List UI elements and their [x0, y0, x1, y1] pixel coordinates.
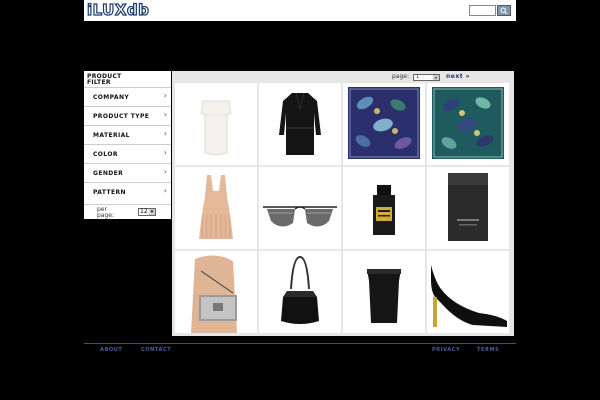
filter-label: GENDER — [93, 170, 124, 177]
filter-label: PRODUCT TYPE — [93, 113, 150, 120]
product-tile[interactable] — [427, 167, 509, 249]
filter-pattern[interactable]: PATTERN › — [84, 182, 171, 200]
filter-product-type[interactable]: PRODUCT TYPE › — [84, 106, 171, 124]
chevron-right-icon: › — [163, 129, 167, 138]
search-input[interactable] — [469, 5, 496, 16]
black-pencil-skirt-icon — [367, 269, 401, 323]
silver-clutch-icon — [191, 255, 237, 333]
header-bar: iLUXdb — [84, 0, 516, 21]
product-tile[interactable] — [343, 83, 425, 165]
chevron-right-icon: › — [163, 186, 167, 195]
footer-link-terms[interactable]: TERMS — [477, 347, 499, 353]
product-tile[interactable] — [427, 251, 509, 333]
per-page-row: per page: 12 ▾ — [84, 204, 171, 219]
filter-company[interactable]: COMPANY › — [84, 87, 171, 105]
product-tile[interactable] — [427, 83, 509, 165]
product-tile[interactable] — [175, 167, 257, 249]
black-stiletto-heel-icon — [431, 265, 507, 327]
chevron-right-icon: › — [163, 167, 167, 176]
footer-link-contact[interactable]: CONTACT — [141, 347, 171, 353]
product-filter-panel: PRODUCT FILTER COMPANY › PRODUCT TYPE › … — [84, 71, 171, 219]
dropdown-arrow-icon: ▾ — [433, 74, 439, 80]
chevron-right-icon: › — [163, 91, 167, 100]
dropdown-arrow-icon: ▾ — [149, 209, 155, 215]
filter-label: COLOR — [93, 151, 118, 158]
footer-divider — [84, 343, 516, 344]
filter-label: PATTERN — [93, 189, 126, 196]
black-coat-icon — [279, 92, 321, 155]
filter-label: MATERIAL — [93, 132, 130, 139]
aviator-sunglasses-icon — [263, 206, 337, 227]
paisley-scarf-icon — [348, 87, 420, 159]
product-tile[interactable] — [343, 167, 425, 249]
fringe-top-icon — [199, 175, 233, 240]
search-button[interactable] — [497, 5, 511, 16]
footer-link-privacy[interactable]: PRIVACY — [432, 347, 460, 353]
filter-label: COMPANY — [93, 94, 130, 101]
product-tile[interactable] — [259, 167, 341, 249]
page-selector: page: 1 ▾ — [392, 73, 440, 81]
chevron-right-icon: › — [163, 110, 167, 119]
product-grid: page: 1 ▾ next » — [172, 71, 514, 336]
product-tile[interactable] — [175, 83, 257, 165]
paisley-scarf-icon — [432, 87, 504, 159]
black-bucket-bag-icon — [281, 255, 319, 324]
filter-title: PRODUCT FILTER — [87, 73, 122, 86]
next-page-link[interactable]: next » — [446, 73, 470, 81]
cologne-bottle-icon — [448, 173, 488, 241]
per-page-select[interactable]: 12 ▾ — [138, 208, 156, 216]
product-tile[interactable] — [259, 251, 341, 333]
filter-gender[interactable]: GENDER › — [84, 163, 171, 181]
footer-link-about[interactable]: ABOUT — [100, 347, 122, 353]
filter-material[interactable]: MATERIAL › — [84, 125, 171, 143]
page-select[interactable]: 1 ▾ — [413, 73, 440, 81]
product-tile[interactable] — [175, 251, 257, 333]
white-skirt-icon — [200, 100, 232, 155]
search-icon — [500, 7, 508, 14]
perfume-bottle-icon — [373, 185, 395, 235]
product-tile[interactable] — [343, 251, 425, 333]
page-label: page: — [391, 73, 409, 80]
product-tile[interactable] — [259, 83, 341, 165]
filter-color[interactable]: COLOR › — [84, 144, 171, 162]
chevron-right-icon: › — [163, 148, 167, 157]
site-logo[interactable]: iLUXdb — [86, 1, 149, 19]
per-page-label: per page: — [97, 206, 115, 219]
